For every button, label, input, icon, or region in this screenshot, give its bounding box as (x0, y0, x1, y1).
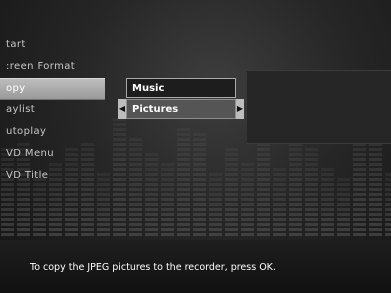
menu-item-dvd-title[interactable]: VD Title (0, 166, 48, 186)
menu-item-autoplay[interactable]: utoplay (0, 122, 46, 142)
menu-item-screen-format[interactable]: :reen Format (0, 57, 75, 77)
menu-item-dvd-menu[interactable]: VD Menu (0, 144, 54, 164)
tv-screen: tart :reen Format opy aylist utoplay VD … (0, 0, 391, 293)
submenu-item-music[interactable]: Music (126, 78, 236, 98)
help-text: To copy the JPEG pictures to the recorde… (30, 262, 276, 273)
menu-item-playlist[interactable]: aylist (0, 100, 35, 120)
submenu-item-pictures[interactable]: Pictures (126, 99, 236, 119)
chevron-right-icon[interactable]: ▶ (236, 99, 244, 119)
main-menu: tart :reen Format opy aylist utoplay VD … (0, 0, 120, 200)
chevron-left-icon[interactable]: ◀ (118, 99, 126, 119)
menu-item-copy[interactable]: opy (0, 78, 105, 100)
copy-submenu: Music Pictures ◀ ▶ (118, 78, 246, 122)
info-panel (247, 70, 391, 144)
menu-item-start[interactable]: tart (0, 35, 26, 55)
